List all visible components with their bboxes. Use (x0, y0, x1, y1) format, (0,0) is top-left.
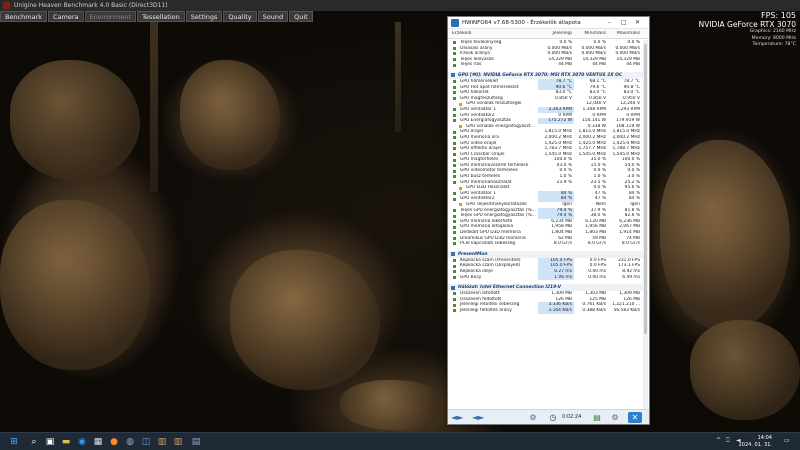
close-icon[interactable]: ✕ (635, 19, 640, 26)
heaven-launcher-icon[interactable]: ▥ (172, 436, 184, 448)
benchmark-menu: Benchmark Camera Environment Tessellatio… (0, 11, 313, 22)
clock-icon[interactable]: ◷ (546, 412, 560, 423)
sensor-scrollbar[interactable] (643, 40, 648, 411)
sensor-row[interactable]: GPU Busy 1.06 ms 0.00 ms 6.49 ms (448, 274, 644, 281)
sensor-row[interactable]: PCIe kapcsolati sebesség 8.0 GT/s 8.0 GT/s… (448, 241, 644, 247)
sensor-group-header[interactable]: GPU [#0]: NVIDIA GeForce RTX 3070: MSI R… (448, 71, 644, 79)
sensor-label: Jelenlegi feltöltés arány (448, 308, 538, 314)
sensor-group-header[interactable]: Hálózat: Intel Ethernet Connection I219-… (448, 284, 644, 292)
menu-quit[interactable]: Quit (289, 11, 313, 22)
close-sensors-icon[interactable]: ✕ (628, 412, 642, 423)
sensor-max: 6.49 ms (622, 274, 640, 280)
start-icon[interactable]: ⊞ (8, 436, 20, 448)
elapsed-timer: 0:02:24 (562, 414, 582, 420)
nav-expand-icon[interactable]: ◄► (472, 412, 484, 423)
sensor-row[interactable]: Jelenlegi feltöltés arány 3.164 KB/s 0.388… (448, 307, 644, 314)
menu-sound[interactable]: Sound (257, 11, 289, 22)
network-tray-icon[interactable]: ⎕ (726, 437, 730, 445)
temperature-readout: Temperature: 78°C (752, 42, 796, 47)
app-titlebar: Unigine Heaven Benchmark 4.0 Basic (Dire… (0, 0, 800, 11)
sensor-min: 0.388 KB/s (582, 307, 606, 313)
hwinfo-title: HWiNFO64 v7.68-5300 - Érzékelők állapota (462, 20, 581, 26)
sensor-label: GPU Busy (448, 275, 538, 281)
search-icon[interactable]: ⌕ (28, 436, 40, 448)
benchmark-scene (0, 0, 800, 432)
menu-camera[interactable]: Camera (48, 11, 84, 22)
nav-left-right-icon[interactable]: ◄► (451, 412, 463, 423)
column-sensor[interactable]: Érzékelő (448, 31, 538, 38)
sensor-current: 8.0 GT/s (553, 241, 572, 247)
tray-chevron-icon[interactable]: ^ (716, 437, 721, 444)
app-icon (3, 2, 10, 9)
menu-benchmark[interactable]: Benchmark (0, 11, 48, 22)
file-explorer-icon[interactable]: ▬ (60, 436, 72, 448)
heaven-taskbar-icon[interactable]: ▥ (156, 436, 168, 448)
hwinfo-toolbar: ◄► ◄► ⚙ ◷ 0:02:24 ▤ ⚙ ✕ (448, 409, 649, 424)
sensor-current: 1.06 ms (538, 274, 574, 281)
store-icon[interactable]: ▦ (92, 436, 104, 448)
menu-quality[interactable]: Quality (223, 11, 257, 22)
sensor-min: 8.0 GT/s (587, 241, 606, 247)
sensor-row[interactable]: Teljes írás 44 MB 44 MB 44 MB (448, 62, 644, 68)
fps-readout: FPS: 105 (760, 11, 796, 20)
window-title: Unigine Heaven Benchmark 4.0 Basic (Dire… (14, 2, 168, 9)
notification-icon[interactable]: ▭ (784, 437, 790, 444)
app-taskbar-icon[interactable]: ▤ (190, 436, 202, 448)
sensor-group-header[interactable]: PresentMon (448, 250, 644, 258)
stats-overlay: FPS: 105 NVIDIA GeForce RTX 3070 Graphic… (699, 11, 796, 49)
sensor-min: 44 MB (592, 62, 606, 68)
steam-icon[interactable]: ◍ (124, 436, 136, 448)
scrollbar-thumb[interactable] (644, 44, 647, 334)
menu-settings[interactable]: Settings (185, 11, 223, 22)
sensor-max: 8.0 GT/s (621, 241, 640, 247)
group-label: GPU [#0]: NVIDIA GeForce RTX 3070: MSI R… (448, 72, 644, 79)
column-min[interactable]: Minimális (574, 31, 608, 38)
report-icon[interactable]: ▤ (590, 412, 604, 423)
taskbar: ⊞ ⌕ ▣ ▬ ◉ ▦ ● ◍ ◫ ▥ ▥ ▤ ^ ⎕ ◄ 14:04 2024… (0, 432, 800, 450)
sensor-current: 44 MB (558, 62, 572, 68)
group-label: Hálózat: Intel Ethernet Connection I219-… (448, 284, 644, 291)
menu-tessellation[interactable]: Tessellation (137, 11, 185, 22)
hwinfo-window: HWiNFO64 v7.68-5300 - Érzékelők állapota… (447, 16, 650, 425)
gpu-name: NVIDIA GeForce RTX 3070 (698, 20, 796, 29)
edge-icon[interactable]: ◉ (76, 436, 88, 448)
network-icon[interactable]: ⚙ (526, 412, 540, 423)
task-view-icon[interactable]: ▣ (44, 436, 56, 448)
hwinfo-taskbar-icon[interactable]: ◫ (140, 436, 152, 448)
sensor-min: 0.00 ms (588, 274, 606, 280)
taskbar-clock[interactable]: 14:04 2024. 01. 31. (739, 435, 772, 448)
sensor-max: 44 MB (626, 62, 640, 68)
sensor-list[interactable]: Teljes tevékenység 0.0 % 0.0 % 0.0 % Olvasás… (448, 40, 644, 411)
menu-environment[interactable]: Environment (84, 11, 137, 22)
column-current[interactable]: Jelenlegi (538, 31, 574, 38)
firefox-icon[interactable]: ● (108, 436, 120, 448)
sensor-label: PCIe kapcsolati sebesség (448, 241, 538, 247)
sensor-current: 3.164 KB/s (538, 307, 574, 314)
settings-icon[interactable]: ⚙ (608, 412, 622, 423)
minimize-icon[interactable]: – (608, 19, 611, 26)
group-label: PresentMon (448, 251, 644, 258)
column-max[interactable]: Maximális (608, 31, 642, 38)
sensor-table-header: Érzékelő Jelenlegi Minimális Maximális (448, 29, 649, 39)
clock-date: 2024. 01. 31. (738, 441, 772, 448)
hwinfo-icon (451, 19, 459, 27)
sensor-label: Teljes írás (448, 62, 538, 68)
sensor-max: 56.583 KB/s (613, 307, 640, 313)
maximize-icon[interactable]: □ (621, 19, 627, 26)
hwinfo-titlebar: HWiNFO64 v7.68-5300 - Érzékelők állapota… (448, 17, 649, 29)
